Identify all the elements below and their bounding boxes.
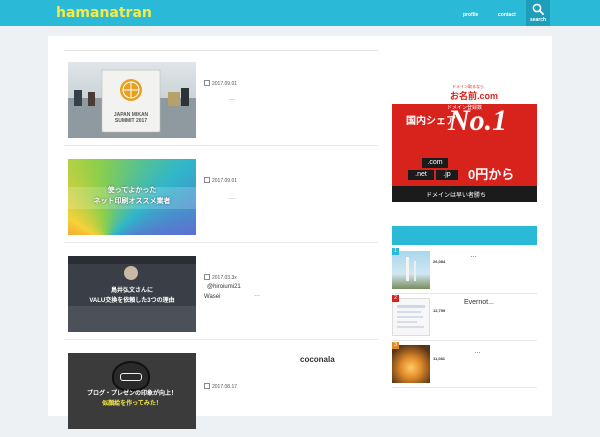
- site-header: hamanatran profile contact search: [0, 0, 600, 26]
- rank-badge: 1: [392, 248, 399, 255]
- rank-title[interactable]: …: [470, 252, 477, 259]
- rank-badge: 3: [392, 342, 399, 349]
- article-thumbnail[interactable]: ブログ・プレゼンの印象が向上！ 似顔絵を作ってみた！: [68, 353, 196, 429]
- rank-title[interactable]: …: [474, 348, 481, 355]
- divider: [64, 339, 378, 340]
- thumbnail-caption: 鳥井弘文さんに VALU交換を依頼した3つの理由: [89, 288, 175, 304]
- article-card[interactable]: JAPAN MIKAN SUMMIT 2017 2017.09.01 …: [64, 50, 378, 146]
- rank-views: 26,084: [433, 259, 446, 264]
- divider: [392, 387, 537, 388]
- article-date: 2017.03.3x: [204, 274, 237, 281]
- thumbnail-caption: ブログ・プレゼンの印象が向上！ 似顔絵を作ってみた！: [86, 391, 177, 407]
- nav-profile-link[interactable]: profile: [463, 12, 478, 18]
- article-excerpt: …: [254, 292, 261, 298]
- divider: [392, 293, 537, 294]
- ad-tld: .jp: [436, 170, 458, 180]
- divider: [64, 242, 378, 243]
- article-thumbnail[interactable]: JAPAN MIKAN SUMMIT 2017: [68, 62, 196, 138]
- ranking-widget-header: [392, 226, 537, 245]
- article-excerpt: …: [229, 195, 236, 201]
- ad-tld: .net: [408, 170, 434, 180]
- ad-big: No.1: [448, 104, 508, 137]
- thumbnail-photo: [68, 69, 196, 138]
- article-date: 2017.09.01: [204, 80, 237, 87]
- rank-views: 12,759: [433, 308, 446, 313]
- site-logo[interactable]: hamanatran: [56, 5, 152, 21]
- article-thumbnail[interactable]: 鳥井弘文さんに VALU交換を依頼した3つの理由: [68, 256, 196, 332]
- search-label: search: [529, 17, 547, 23]
- ranking-thumbnail[interactable]: [392, 251, 430, 289]
- article-date: 2017.09.01: [204, 177, 237, 184]
- article-author[interactable]: @hiroiumi21: [207, 284, 241, 290]
- thumbnail-caption: 使ってよかった ネット印刷オススメ業者: [93, 187, 171, 205]
- ranking-item[interactable]: 2 12,759 Evernot...: [392, 295, 537, 341]
- ranking-item[interactable]: 3 11,081 …: [392, 342, 537, 388]
- thumbnail-caption: JAPAN MIKAN SUMMIT 2017: [113, 112, 149, 124]
- divider: [392, 340, 537, 341]
- search-icon: [532, 3, 544, 15]
- article-thumbnail[interactable]: 使ってよかった ネット印刷オススメ業者: [68, 159, 196, 235]
- rank-views: 11,081: [433, 356, 446, 361]
- article-date: 2017.08.17: [204, 383, 237, 390]
- ranking-thumbnail[interactable]: [392, 298, 430, 336]
- domain-ad-banner[interactable]: ドメイン取るなら お名前.com ドメイン登録数 国内シェア No.1 .com…: [392, 82, 537, 202]
- ad-brand: お名前.com: [450, 91, 499, 101]
- search-button[interactable]: search: [526, 0, 550, 26]
- ad-price: 0円から: [468, 167, 515, 182]
- ad-tld: .com: [422, 158, 448, 168]
- rank-title[interactable]: Evernot...: [464, 299, 494, 306]
- article-card[interactable]: 鳥井弘文さんに VALU交換を依頼した3つの理由 2017.03.3x @hir…: [64, 244, 378, 340]
- ad-footer: ドメインは早い者勝ち: [426, 193, 487, 199]
- article-card[interactable]: 使ってよかった ネット印刷オススメ業者 2017.09.01 …: [64, 147, 378, 243]
- avatar: [124, 266, 138, 280]
- article-source: Wasei: [204, 294, 221, 300]
- nav-contact-link[interactable]: contact: [498, 12, 516, 18]
- article-card[interactable]: ブログ・プレゼンの印象が向上！ 似顔絵を作ってみた！ coconala 2017…: [64, 341, 378, 437]
- article-excerpt: …: [229, 96, 236, 102]
- divider: [64, 145, 378, 146]
- article-heading: coconala: [300, 355, 335, 364]
- ranking-thumbnail[interactable]: [392, 345, 430, 383]
- rank-badge: 2: [392, 295, 399, 302]
- ranking-item[interactable]: 1 26,084 …: [392, 248, 537, 294]
